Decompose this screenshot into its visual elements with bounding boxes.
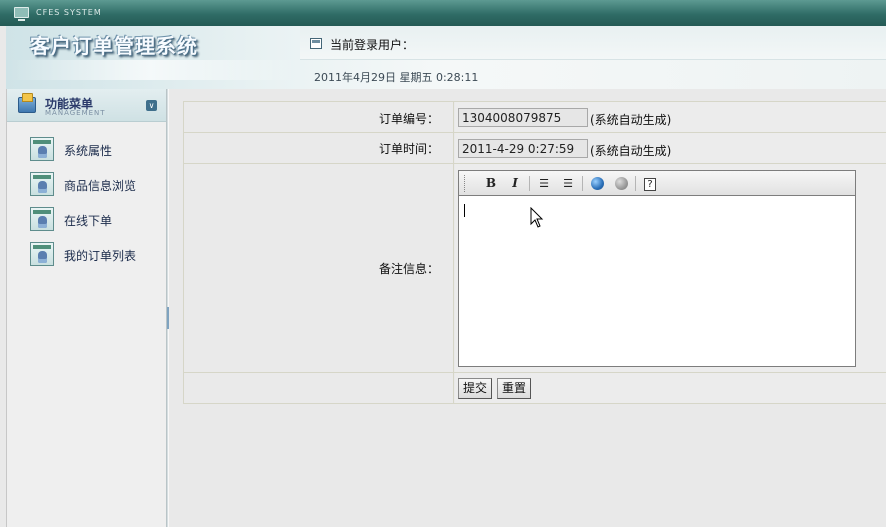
toolbar-handle — [464, 175, 467, 192]
order-time-label-cell: 订单时间： — [184, 133, 454, 163]
order-number-label: 订单编号： — [378, 112, 439, 126]
header-decoration — [6, 60, 296, 80]
text-caret — [464, 204, 465, 217]
remark-label: 备注信息： — [378, 262, 439, 276]
sidebar: 功能菜单 MANAGEMENT ∨ 系统属性 商品信息浏览 在线下单 我的订单列… — [6, 89, 167, 527]
user-card-icon — [30, 137, 54, 161]
bold-button[interactable]: B — [482, 175, 500, 192]
editor-toolbar: B I ☰ ☰ ? — [459, 171, 855, 196]
order-number-label-cell: 订单编号： — [184, 102, 454, 132]
sidebar-item-label: 我的订单列表 — [64, 249, 137, 263]
current-user-label: 当前登录用户： — [330, 38, 415, 52]
menu-subtitle: MANAGEMENT — [45, 109, 106, 117]
remark-rich-text-editor[interactable]: B I ☰ ☰ ? — [458, 170, 856, 367]
help-icon[interactable]: ? — [641, 175, 659, 192]
actions-cell: 提交 重置 — [455, 373, 886, 403]
user-card-icon — [30, 172, 54, 196]
toolbar-separator — [635, 176, 636, 191]
order-form: 订单编号： 1304008079875 (系统自动生成) 订单时间： 2011-… — [183, 101, 886, 404]
italic-button[interactable]: I — [506, 175, 524, 192]
sidebar-item-my-orders[interactable]: 我的订单列表 — [25, 240, 165, 268]
sidebar-item-system-properties[interactable]: 系统属性 — [25, 135, 165, 163]
remark-label-cell: 备注信息： — [184, 164, 454, 372]
order-time-label: 订单时间： — [378, 142, 439, 156]
monitor-icon — [14, 7, 29, 21]
mouse-pointer-icon — [530, 207, 544, 228]
collapse-menu-icon[interactable]: ∨ — [146, 100, 157, 111]
sidebar-splitter[interactable] — [166, 89, 169, 527]
insert-link-icon[interactable] — [588, 175, 606, 192]
order-number-field[interactable]: 1304008079875 — [458, 108, 588, 127]
splitter-grip[interactable] — [167, 307, 169, 329]
remark-row: 备注信息： B I ☰ ☰ ? — [183, 164, 886, 373]
reset-button[interactable]: 重置 — [497, 378, 532, 399]
actions-row: 提交 重置 — [183, 373, 886, 404]
sidebar-item-product-browse[interactable]: 商品信息浏览 — [25, 170, 165, 198]
remark-value-cell: B I ☰ ☰ ? — [455, 164, 886, 372]
order-time-hint: (系统自动生成) — [590, 144, 672, 158]
sidebar-item-label: 商品信息浏览 — [64, 179, 137, 193]
order-number-value-cell: 1304008079875 (系统自动生成) — [455, 102, 886, 132]
current-datetime: 2011年4月29日 星期五 0:28:11 — [314, 71, 479, 84]
order-time-row: 订单时间： 2011-4-29 0:27:59 (系统自动生成) — [183, 133, 886, 164]
toolbar-separator — [582, 176, 583, 191]
submit-button[interactable]: 提交 — [458, 378, 493, 399]
current-user-bar: 当前登录用户： — [300, 26, 886, 60]
remark-input[interactable] — [459, 196, 855, 366]
system-titlebar: CFES SYSTEM — [0, 0, 886, 26]
toolbar-separator — [529, 176, 530, 191]
sidebar-item-online-order[interactable]: 在线下单 — [25, 205, 165, 233]
order-time-value-cell: 2011-4-29 0:27:59 (系统自动生成) — [455, 133, 886, 163]
unordered-list-icon[interactable]: ☰ — [559, 175, 577, 192]
actions-label-cell — [184, 373, 454, 403]
sidebar-item-label: 系统属性 — [64, 144, 113, 158]
system-title: CFES SYSTEM — [36, 8, 102, 17]
app-header: 客户订单管理系统 当前登录用户： 2011年4月29日 星期五 0:28:11 — [6, 26, 886, 89]
user-card-icon — [30, 207, 54, 231]
sidebar-item-label: 在线下单 — [64, 214, 113, 228]
order-number-row: 订单编号： 1304008079875 (系统自动生成) — [183, 102, 886, 133]
order-time-field[interactable]: 2011-4-29 0:27:59 — [458, 139, 588, 158]
window-icon — [310, 38, 322, 49]
remove-link-icon[interactable] — [612, 175, 630, 192]
app-title: 客户订单管理系统 — [30, 34, 198, 58]
menu-folder-icon — [18, 93, 36, 113]
help-icon-label: ? — [644, 178, 656, 191]
menu-header: 功能菜单 MANAGEMENT ∨ — [7, 89, 167, 122]
user-card-icon — [30, 242, 54, 266]
ordered-list-icon[interactable]: ☰ — [535, 175, 553, 192]
order-number-hint: (系统自动生成) — [590, 113, 672, 127]
